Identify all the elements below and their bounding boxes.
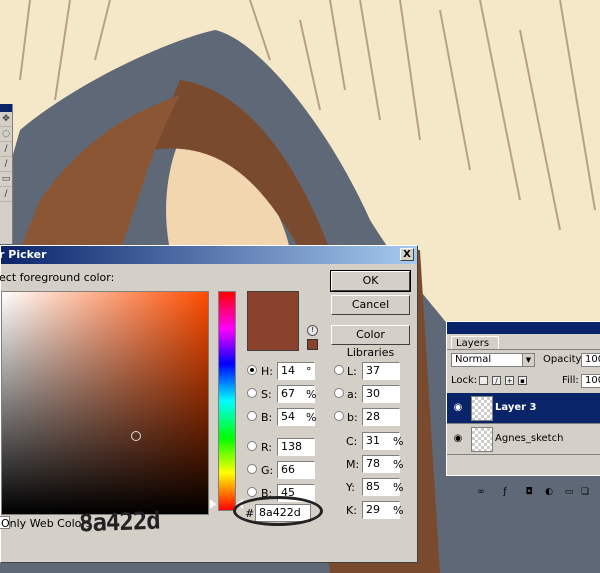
hue-unit: ° bbox=[306, 365, 312, 378]
layer-thumbnail bbox=[471, 396, 493, 421]
gamut-warning-icon[interactable]: ! bbox=[307, 325, 318, 336]
layer-name: Agnes_sketch bbox=[495, 433, 564, 444]
yellow-unit: % bbox=[393, 481, 404, 494]
layer-row-layer-3[interactable]: ◉ Layer 3 bbox=[447, 393, 600, 424]
tab-layers[interactable]: Layers bbox=[451, 336, 499, 350]
pencil-tool-icon[interactable]: ∕ bbox=[0, 157, 12, 172]
brightness-unit: % bbox=[306, 411, 317, 424]
saturation-unit: % bbox=[306, 388, 317, 401]
layers-content: Normal ▼ Opacity: 100 Lock: ∕ + ▪ Fill: … bbox=[447, 349, 600, 497]
color-field[interactable] bbox=[1, 291, 209, 515]
radio-lightness[interactable] bbox=[334, 365, 344, 375]
color-picker-titlebar: r Picker X bbox=[0, 246, 417, 264]
green-input[interactable]: 66 bbox=[277, 461, 315, 479]
color-picker-dialog: r Picker X ect foreground color: ! OK Ca… bbox=[0, 245, 418, 563]
red-input[interactable]: 138 bbox=[277, 438, 315, 456]
layers-bottom-toolbar: ∞ ƒ ◘ ◐ ▭ ❏ bbox=[447, 486, 600, 500]
hex-annotation-circle bbox=[233, 496, 323, 526]
hue-label: H: bbox=[261, 365, 273, 378]
lock-transparency-icon[interactable] bbox=[479, 376, 488, 385]
saturation-label: S: bbox=[261, 388, 272, 401]
red-label: R: bbox=[261, 441, 273, 454]
toolbox-panel: ✥ ◌ ∕ ∕ ▭ ∕ bbox=[0, 104, 13, 244]
opacity-input[interactable]: 100 bbox=[581, 353, 600, 367]
lab-b-label: b: bbox=[347, 411, 358, 424]
opacity-label: Opacity: bbox=[543, 354, 585, 365]
lock-all-icon[interactable]: ▪ bbox=[518, 376, 527, 385]
move-tool-icon[interactable]: ✥ bbox=[0, 112, 12, 127]
cyan-unit: % bbox=[393, 435, 404, 448]
radio-green[interactable] bbox=[247, 464, 257, 474]
web-color-cube-icon[interactable] bbox=[307, 339, 318, 350]
layer-style-icon[interactable]: ƒ bbox=[499, 486, 511, 498]
eye-icon[interactable]: ◉ bbox=[451, 433, 465, 445]
eraser-tool-icon[interactable]: ▭ bbox=[0, 172, 12, 187]
brush-tool-icon[interactable]: ∕ bbox=[0, 142, 12, 157]
link-layers-icon[interactable]: ∞ bbox=[475, 486, 487, 498]
black-unit: % bbox=[393, 504, 404, 517]
hue-slider-left-arrow-icon[interactable] bbox=[210, 499, 216, 509]
lock-label: Lock: bbox=[451, 375, 478, 386]
radio-blue[interactable] bbox=[247, 487, 257, 497]
yellow-label: Y: bbox=[346, 481, 355, 494]
radio-hue[interactable] bbox=[247, 365, 257, 375]
layer-mask-icon[interactable]: ◘ bbox=[523, 486, 535, 498]
lab-l-label: L: bbox=[347, 365, 357, 378]
brightness-label: B: bbox=[261, 411, 273, 424]
cancel-button[interactable]: Cancel bbox=[331, 295, 410, 315]
color-libraries-button[interactable]: Color Libraries bbox=[331, 325, 410, 359]
lock-pixels-icon[interactable]: ∕ bbox=[492, 376, 501, 385]
radio-red[interactable] bbox=[247, 441, 257, 451]
lock-position-icon[interactable]: + bbox=[505, 376, 514, 385]
toolbox-titlebar bbox=[0, 104, 12, 112]
black-label: K: bbox=[346, 504, 357, 517]
lab-b-input[interactable]: 28 bbox=[362, 408, 400, 426]
green-label: G: bbox=[261, 464, 274, 477]
select-color-prompt: ect foreground color: bbox=[0, 271, 115, 284]
lab-a-label: a: bbox=[347, 388, 358, 401]
layers-panel: Layers Normal ▼ Opacity: 100 Lock: ∕ + ▪… bbox=[446, 321, 600, 497]
blend-mode-value: Normal bbox=[455, 354, 492, 365]
adjustment-layer-icon[interactable]: ◐ bbox=[543, 486, 555, 498]
dialog-title: r Picker bbox=[0, 248, 47, 261]
lab-l-input[interactable]: 37 bbox=[362, 362, 400, 380]
ok-button[interactable]: OK bbox=[330, 270, 411, 292]
fill-input[interactable]: 100 bbox=[581, 374, 600, 388]
eye-icon[interactable]: ◉ bbox=[451, 402, 465, 414]
cyan-label: C: bbox=[346, 435, 358, 448]
new-color-swatch bbox=[247, 291, 299, 351]
handwritten-hex-annotation: 8a422d bbox=[78, 506, 161, 538]
close-button[interactable]: X bbox=[400, 248, 414, 261]
radio-saturation[interactable] bbox=[247, 388, 257, 398]
chevron-down-icon: ▼ bbox=[522, 354, 534, 366]
layer-row-agnes-sketch[interactable]: ◉ Agnes_sketch bbox=[447, 424, 600, 455]
radio-lab-a[interactable] bbox=[334, 388, 344, 398]
layer-name: Layer 3 bbox=[495, 402, 537, 413]
fill-label: Fill: bbox=[562, 375, 579, 386]
hue-slider[interactable] bbox=[218, 291, 236, 511]
radio-brightness[interactable] bbox=[247, 411, 257, 421]
magenta-label: M: bbox=[346, 458, 360, 471]
lasso-tool-icon[interactable]: ◌ bbox=[0, 127, 12, 142]
layer-thumbnail bbox=[471, 427, 493, 452]
lab-a-input[interactable]: 30 bbox=[362, 385, 400, 403]
blend-mode-select[interactable]: Normal ▼ bbox=[451, 353, 535, 367]
new-group-icon[interactable]: ▭ bbox=[563, 486, 575, 498]
radio-lab-b[interactable] bbox=[334, 411, 344, 421]
new-layer-icon[interactable]: ❏ bbox=[579, 486, 591, 498]
layers-titlebar bbox=[447, 322, 600, 334]
smudge-tool-icon[interactable]: ∕ bbox=[0, 187, 12, 202]
magenta-unit: % bbox=[393, 458, 404, 471]
color-field-cursor[interactable] bbox=[131, 431, 141, 441]
